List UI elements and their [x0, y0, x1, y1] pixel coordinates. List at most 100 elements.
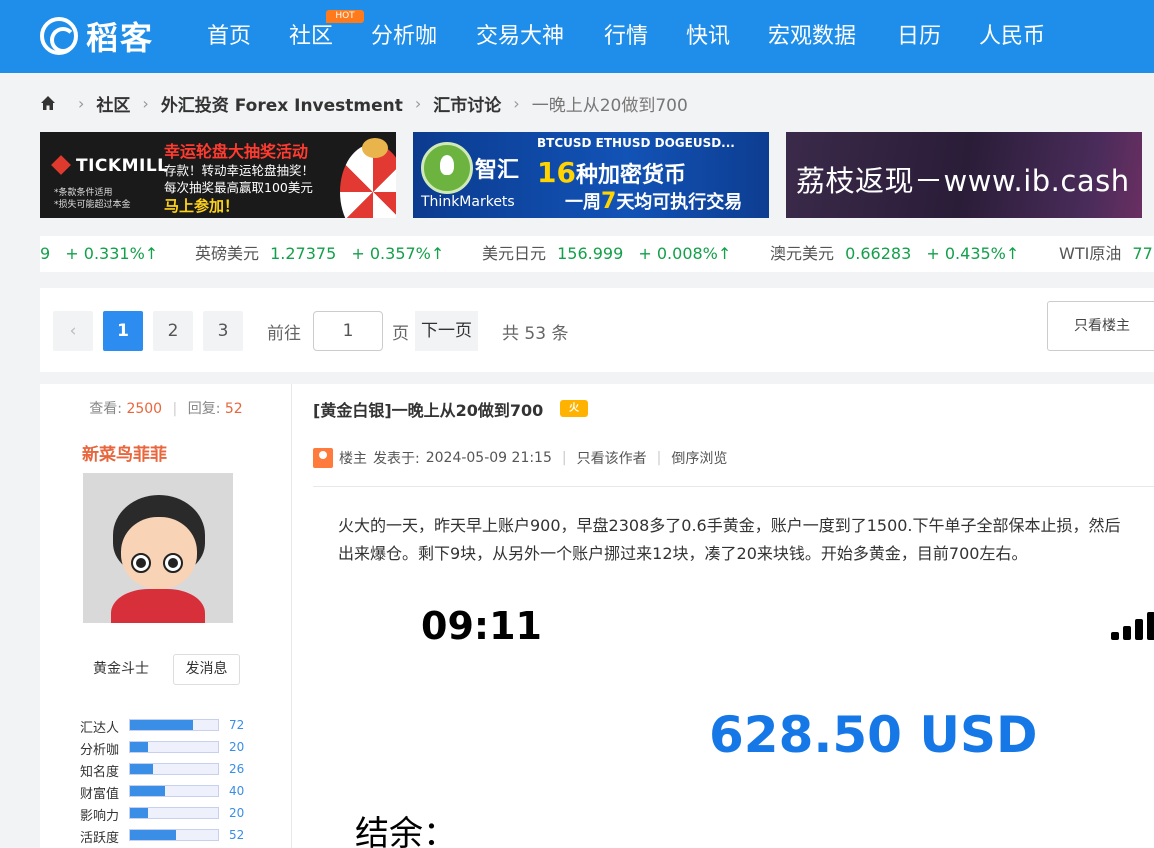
pagination-bar: ‹ 1 2 3 前往 页 下一页 共 53 条 只看楼主: [40, 288, 1154, 372]
nav-trading-masters[interactable]: 交易大神: [476, 22, 564, 52]
stat-value: 40: [229, 784, 245, 798]
avatar-face: [121, 517, 197, 589]
replies-count: 52: [224, 401, 243, 417]
nav-calendar[interactable]: 日历: [897, 22, 941, 52]
ticker-change: + 0.435%↑: [926, 244, 1020, 263]
ibcash-text: 荔枝返现－www.ib.cash: [796, 164, 1130, 198]
send-message-button[interactable]: 发消息: [173, 654, 240, 685]
screenshot-balance-amount: 628.50 USD: [709, 706, 1038, 764]
ticker-name: 英磅美元: [195, 244, 260, 263]
thinkmarkets-subline: 一周7天均可执行交易: [565, 188, 742, 214]
page-unit-label: 页: [392, 324, 409, 344]
stat-row: 分析咖 20: [80, 736, 280, 758]
page-button-3[interactable]: 3: [203, 311, 243, 351]
stat-row: 活跃度 52: [80, 824, 280, 846]
stat-label: 活跃度: [80, 831, 120, 846]
avatar-body: [111, 589, 205, 623]
stat-label: 财富值: [80, 787, 120, 802]
nav-home[interactable]: 首页: [207, 22, 251, 52]
stat-bar-track: [129, 785, 219, 797]
stat-bar-fill: [130, 764, 153, 774]
breadcrumb-discussion[interactable]: 汇市讨论: [433, 91, 501, 116]
tickmill-note-1: *条款条件适用: [54, 188, 113, 198]
ticker-value: 156.999: [557, 244, 624, 263]
user-icon: [313, 448, 333, 468]
stat-row: 影响力 20: [80, 802, 280, 824]
logo-text: 稻客: [86, 19, 155, 57]
next-page-button[interactable]: 下一页: [415, 311, 478, 351]
views-count: 2500: [126, 401, 163, 417]
ticker-item[interactable]: 澳元美元 0.66283 + 0.435%↑: [770, 244, 1019, 264]
stat-label: 汇达人: [80, 721, 120, 736]
crypto-text: 种加密货币: [575, 163, 686, 188]
ticker-item[interactable]: 美元日元 156.999 + 0.008%↑: [482, 244, 731, 264]
nav-analyst[interactable]: 分析咖: [371, 22, 437, 52]
author-rank: 黄金斗士: [93, 661, 149, 677]
ticker-value: 77: [1132, 244, 1153, 263]
author-name[interactable]: 新菜鸟菲菲: [82, 440, 167, 465]
posted-time: 2024-05-09 21:15: [425, 450, 552, 466]
posted-label: 发表于:: [373, 451, 420, 467]
view-author-only-link[interactable]: 只看该作者: [577, 448, 647, 468]
tickmill-logo-icon: [51, 155, 71, 175]
prev-page-button[interactable]: ‹: [53, 311, 93, 351]
breadcrumb-current: 一晚上从20做到700: [531, 95, 688, 116]
site-logo[interactable]: 稻客: [40, 16, 155, 57]
avatar-eye: [163, 553, 183, 573]
author-stat-bars: 汇达人 72 分析咖 20 知名度 26 财富值 40 影响力 20 活跃度 52: [80, 714, 280, 846]
total-count: 共 53 条: [502, 324, 569, 344]
page-button-1[interactable]: 1: [103, 311, 143, 351]
replies-label: 回复:: [187, 401, 221, 417]
ticker-name: 澳元美元: [770, 244, 835, 263]
stat-bar-track: [129, 807, 219, 819]
reverse-order-link[interactable]: 倒序浏览: [671, 448, 727, 468]
screenshot-balance-label: 结余：: [355, 814, 457, 848]
banner-ibcash[interactable]: 荔枝返现－www.ib.cash: [786, 132, 1142, 218]
thinkmarkets-headline: 16种加密货币: [537, 156, 686, 189]
home-icon[interactable]: [40, 95, 56, 111]
stats-divider: |: [172, 401, 178, 417]
post-meta: 楼主 发表于: 2024-05-09 21:15 | 只看该作者 | 倒序浏览: [313, 448, 727, 468]
coin-icon: [362, 138, 388, 158]
stat-label: 知名度: [80, 765, 120, 780]
breadcrumb-community[interactable]: 社区: [96, 91, 130, 116]
post-body-line: 火大的一天，昨天早上账户900，早盘2308多了0.6手黄金，账户一度到了150…: [338, 516, 1121, 535]
stat-label: 分析咖: [80, 743, 120, 758]
only-owner-button[interactable]: 只看楼主: [1047, 301, 1154, 351]
stat-bar-fill: [130, 720, 194, 730]
owner-label: 楼主: [339, 451, 367, 467]
chevron-right-icon: ›: [142, 93, 149, 113]
banner-tickmill[interactable]: TICKMILL *条款条件适用 *损失可能超过本金 幸运轮盘大抽奖活动 存款！转…: [40, 132, 396, 218]
breadcrumb-forex[interactable]: 外汇投资 Forex Investment: [161, 91, 403, 116]
ticker-item[interactable]: WTI原油 77: [1059, 244, 1153, 264]
avatar-eye: [131, 553, 151, 573]
week-text: 一周: [565, 192, 601, 213]
nav-macro-data[interactable]: 宏观数据: [768, 22, 856, 52]
signal-icon: [1111, 610, 1154, 640]
ticker-value: 0.66283: [845, 244, 912, 263]
crypto-count: 16: [537, 156, 576, 189]
avatar[interactable]: [83, 473, 233, 623]
nav-quotes[interactable]: 行情: [604, 22, 648, 52]
tickmill-title: 幸运轮盘大抽奖活动: [164, 142, 309, 161]
chevron-right-icon: ›: [513, 93, 520, 113]
stat-bar-fill: [130, 808, 148, 818]
views-label: 查看:: [89, 401, 122, 417]
top-navigation-bar: 稻客 首页 社区 HOT 分析咖 交易大神 行情 快讯 宏观数据 日历 人民币: [0, 0, 1154, 73]
goto-page-input[interactable]: [313, 311, 383, 351]
stat-bar-fill: [130, 786, 166, 796]
page-button-2[interactable]: 2: [153, 311, 193, 351]
stat-bar-fill: [130, 830, 176, 840]
nav-rmb[interactable]: 人民币: [979, 22, 1045, 52]
tickmill-notes: *条款条件适用 *损失可能超过本金: [54, 187, 131, 211]
banner-thinkmarkets[interactable]: 智汇 ThinkMarkets BTCUSD ETHUSD DOGEUSD...…: [413, 132, 769, 218]
ticker-item[interactable]: 9 + 0.331%↑: [40, 244, 158, 264]
ticker-value: 9: [40, 244, 51, 263]
days-count: 7: [601, 189, 617, 214]
tickmill-brand: TICKMILL: [76, 156, 169, 176]
ticker-item[interactable]: 英磅美元 1.27375 + 0.357%↑: [195, 244, 444, 264]
nav-news-flash[interactable]: 快讯: [686, 22, 730, 52]
nav-community[interactable]: 社区: [289, 22, 333, 52]
stat-value: 72: [229, 718, 245, 732]
thinkmarkets-sub: ThinkMarkets: [421, 194, 515, 210]
